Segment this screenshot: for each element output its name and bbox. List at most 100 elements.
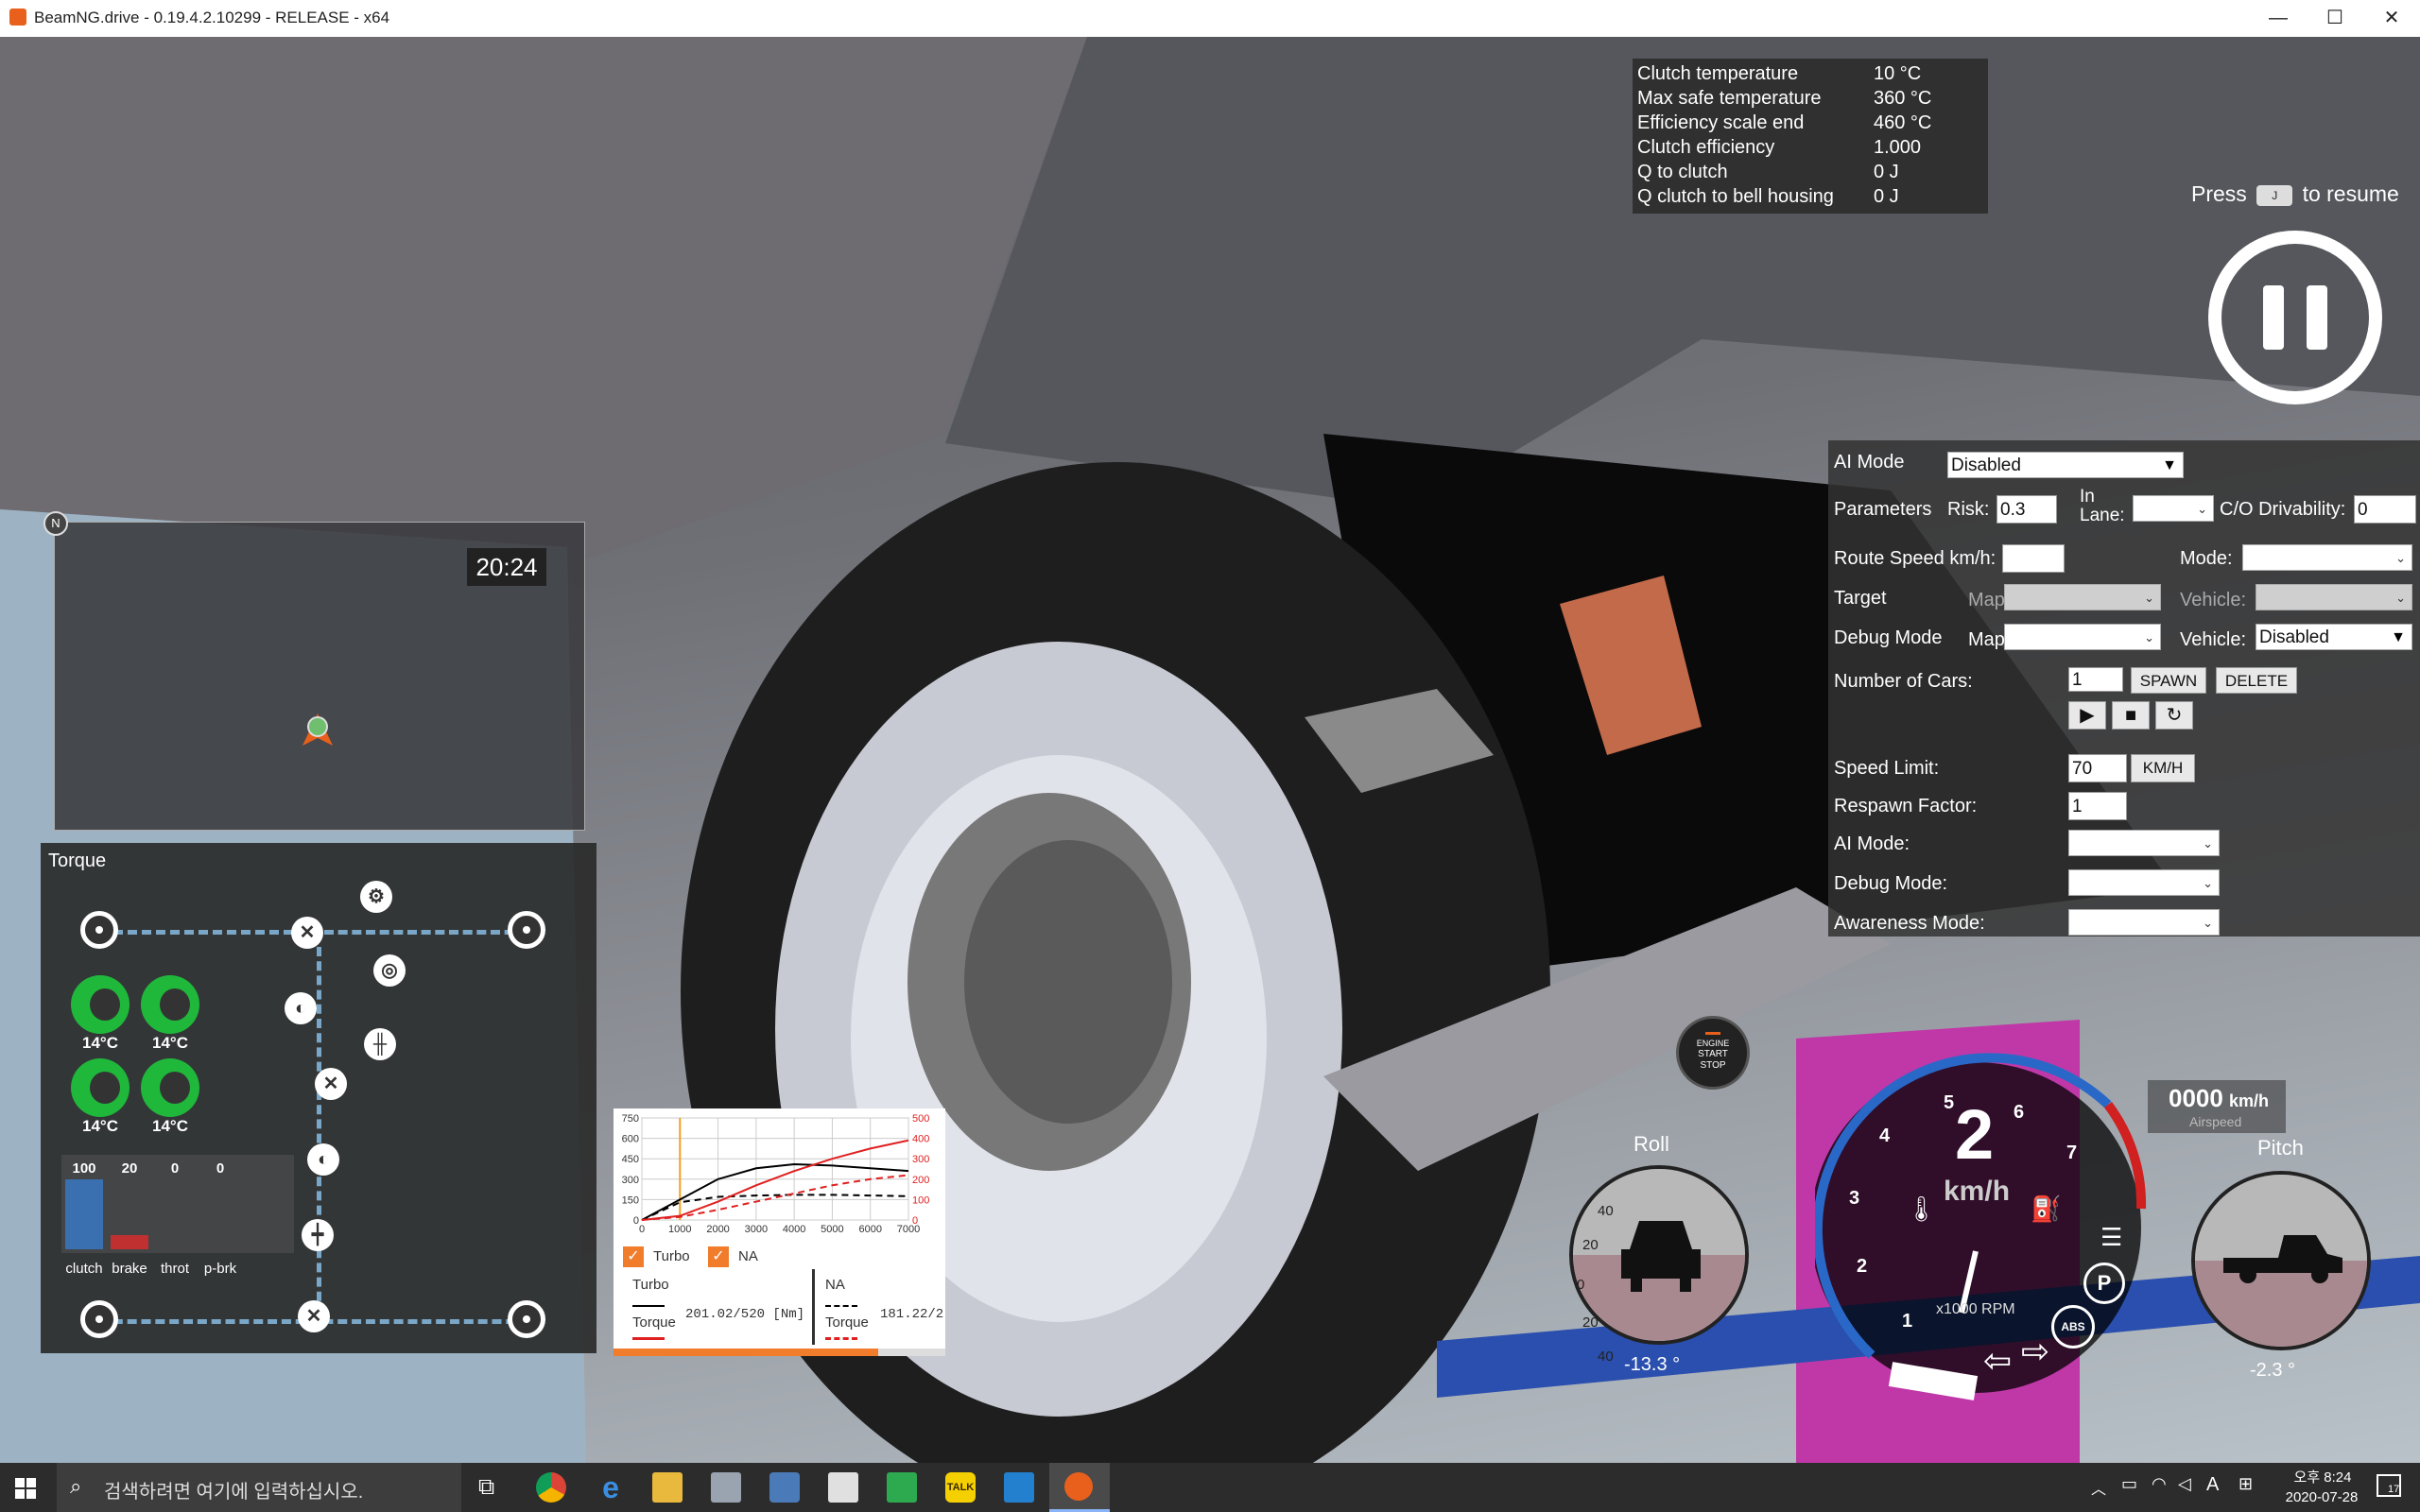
- app-icon[interactable]: [711, 1472, 741, 1503]
- chrome-icon[interactable]: [536, 1472, 566, 1503]
- speed-limit-input[interactable]: 70: [2068, 754, 2127, 782]
- route-speed-label: Route Speed km/h:: [1834, 548, 1996, 569]
- y-left-tick-label: 300: [622, 1175, 639, 1186]
- airspeed-box: 0000 km/h Airspeed: [2148, 1080, 2286, 1133]
- volume-icon[interactable]: ◁: [2178, 1474, 2191, 1494]
- brake-disc-icon: [71, 975, 130, 1034]
- windows-start-icon[interactable]: [15, 1478, 36, 1499]
- debug-map-select[interactable]: ⌄: [2004, 624, 2161, 650]
- taskbar-search-box[interactable]: ⌕ 검색하려면 여기에 입력하십시오.: [57, 1463, 461, 1512]
- show-hidden-icons[interactable]: ︿: [2091, 1476, 2106, 1499]
- chevron-down-icon: ▼: [2162, 457, 2177, 473]
- play-button[interactable]: ▶: [2068, 701, 2106, 730]
- chevron-down-icon: ⌄: [2395, 551, 2406, 565]
- input-language-indicator[interactable]: A: [2206, 1474, 2219, 1496]
- chevron-down-icon: ▼: [2391, 629, 2406, 645]
- taskbar-search-input: 검색하려면 여기에 입력하십시오.: [104, 1482, 364, 1503]
- chevron-down-icon: ⌄: [2197, 502, 2207, 516]
- ai-control-panel: AI Mode Disabled ▼ Parameters Risk: 0.3 I…: [1828, 440, 2420, 936]
- awareness-select[interactable]: ⌄: [2068, 909, 2220, 936]
- clutch-row-label: Max safe temperature: [1637, 88, 1822, 109]
- turbo-checkbox[interactable]: ✓: [623, 1246, 644, 1267]
- python-icon[interactable]: [769, 1472, 800, 1503]
- parkbrake-value: 0: [216, 1160, 225, 1177]
- reset-icon[interactable]: ↻: [2155, 701, 2193, 730]
- y-right-tick-label: 0: [912, 1215, 918, 1227]
- task-view-icon[interactable]: ⧉: [478, 1474, 494, 1501]
- temperature-icon: 🌡: [1906, 1194, 1938, 1223]
- maximize-button[interactable]: ☐: [2307, 0, 2363, 37]
- driveshaft-joint-icon: ┿: [302, 1219, 334, 1251]
- target-map-select[interactable]: ⌄: [2004, 584, 2161, 610]
- na-checkbox[interactable]: ✓: [708, 1246, 729, 1267]
- debug-mode-label: Debug Mode: [1834, 627, 1943, 648]
- minimize-button[interactable]: —: [2250, 0, 2307, 37]
- kite-icon[interactable]: [887, 1472, 917, 1503]
- na-torque-label: Torque: [825, 1314, 869, 1331]
- in-lane-select[interactable]: ⌄: [2133, 495, 2214, 522]
- rpm-tick: 7: [2066, 1143, 2078, 1163]
- num-cars-input[interactable]: 1: [2068, 667, 2123, 692]
- rpm-tick: 3: [1849, 1188, 1860, 1209]
- chevron-down-icon: ⌄: [2395, 591, 2406, 605]
- brake-temp: 14°C: [82, 1117, 118, 1135]
- engine-start-stop-button[interactable]: ENGINE START STOP: [1676, 1016, 1750, 1090]
- co-drivability-input[interactable]: 0: [2354, 495, 2416, 524]
- turbo-torque-value: 201.02/520 [Nm]: [685, 1307, 805, 1322]
- window-titlebar: BeamNG.drive - 0.19.4.2.10299 - RELEASE …: [0, 0, 2420, 37]
- target-vehicle-select[interactable]: ⌄: [2256, 584, 2412, 610]
- engine-label-2: START: [1698, 1049, 1728, 1059]
- airspeed-value: 0000: [2169, 1084, 2223, 1112]
- x-tick-label: 2000: [706, 1224, 729, 1235]
- engine-label-1: ENGINE: [1696, 1039, 1730, 1048]
- route-mode-select[interactable]: ⌄: [2242, 544, 2412, 571]
- clutch-row-value: 0 J: [1874, 162, 1899, 182]
- brake-disc-icon: [141, 975, 199, 1034]
- pickup-side-icon: [2223, 1235, 2342, 1283]
- vscode-icon[interactable]: [1004, 1472, 1034, 1503]
- file-explorer-icon[interactable]: [652, 1472, 683, 1503]
- delete-button[interactable]: DELETE: [2216, 667, 2297, 694]
- y-left-tick-label: 750: [622, 1113, 639, 1125]
- notification-icon[interactable]: 17: [2377, 1474, 2401, 1497]
- in-lane-label: In Lane:: [2080, 487, 2125, 525]
- player-marker-icon: [302, 713, 333, 746]
- kakaotalk-icon[interactable]: TALK: [945, 1472, 976, 1503]
- stop-button[interactable]: ■: [2112, 701, 2150, 730]
- route-speed-input[interactable]: [2002, 544, 2065, 573]
- target-label: Target: [1834, 588, 1887, 609]
- respawn-label: Respawn Factor:: [1834, 796, 1978, 816]
- num-cars-label: Number of Cars:: [1834, 671, 1973, 692]
- speed-unit-button[interactable]: KM/H: [2131, 754, 2195, 782]
- brake-temp: 14°C: [82, 1034, 118, 1052]
- battery-icon[interactable]: ▭: [2121, 1474, 2137, 1494]
- resume-suffix-text: to resume: [2302, 181, 2399, 206]
- rpm-tick: 4: [1879, 1125, 1891, 1146]
- respawn-input[interactable]: 1: [2068, 792, 2127, 820]
- spawn-button[interactable]: SPAWN: [2131, 667, 2206, 694]
- minimap[interactable]: N 20:24: [43, 511, 585, 831]
- keyboard-icon[interactable]: ⊞: [2238, 1474, 2253, 1494]
- ai-mode-select[interactable]: Disabled ▼: [1947, 452, 2184, 478]
- clock-date[interactable]: 2020-07-28: [2274, 1489, 2369, 1505]
- center-clutch-icon: ◐: [307, 1143, 339, 1176]
- debug-mode2-label: Debug Mode:: [1834, 873, 1948, 894]
- debug-vehicle-select[interactable]: Disabled ▼: [2256, 624, 2412, 650]
- parking-brake-badge: P: [2083, 1263, 2125, 1304]
- network-icon[interactable]: ◠: [2152, 1474, 2167, 1494]
- debug-mode2-select[interactable]: ⌄: [2068, 869, 2220, 896]
- close-button[interactable]: ✕: [2363, 0, 2420, 37]
- rpm-unit: x1000 RPM: [1936, 1301, 2015, 1317]
- edge-icon[interactable]: e: [596, 1472, 626, 1503]
- beamng-taskbar-button[interactable]: [1049, 1463, 1110, 1512]
- notepad-icon[interactable]: [828, 1472, 858, 1503]
- ai-mode2-select[interactable]: ⌄: [2068, 830, 2220, 856]
- risk-input[interactable]: 0.3: [1996, 495, 2057, 524]
- chevron-down-icon: ⌄: [2203, 836, 2213, 850]
- pause-icon[interactable]: [2208, 231, 2382, 404]
- clock-time[interactable]: 오후 8:24: [2280, 1467, 2365, 1486]
- info-divider: [812, 1269, 815, 1345]
- target-vehicle-label: Vehicle:: [2180, 590, 2247, 610]
- game-viewport[interactable]: Clutch temperature 10 °C Max safe tempera…: [0, 37, 2420, 1463]
- airspeed-unit: km/h: [2229, 1091, 2270, 1110]
